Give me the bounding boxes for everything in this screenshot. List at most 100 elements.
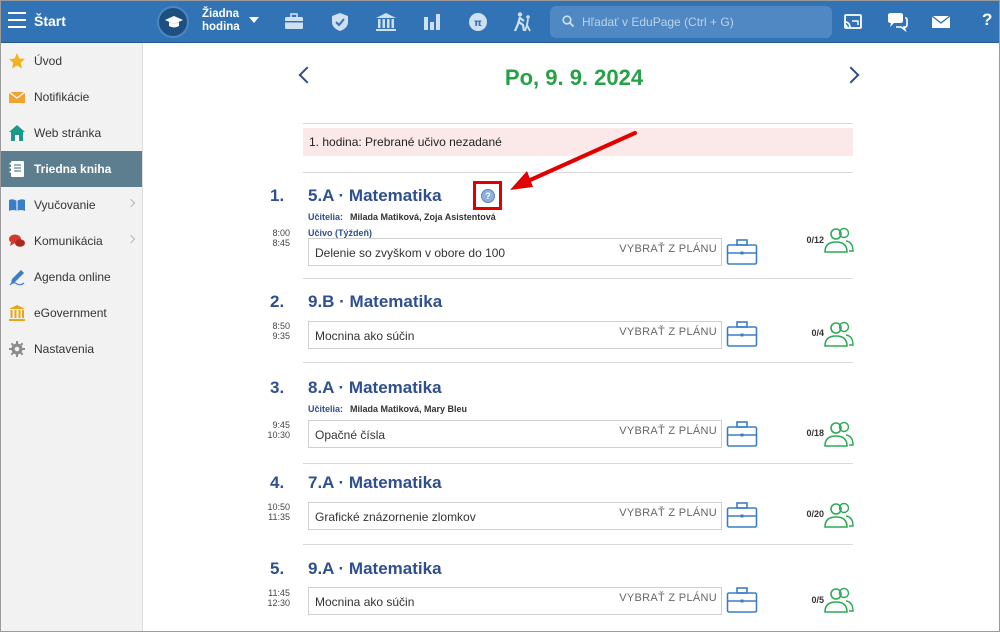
students-icon[interactable] [823, 420, 855, 448]
lesson-end-time: 11:35 [268, 512, 290, 522]
select-from-plan-button[interactable]: VYBRAŤ Z PLÁNU [619, 507, 717, 519]
previous-day-button[interactable] [298, 66, 316, 84]
date-title: Po, 9. 9. 2024 [504, 65, 644, 90]
briefcase-icon[interactable] [726, 420, 758, 448]
divider [303, 463, 853, 464]
star-icon [8, 52, 26, 70]
students-icon[interactable] [823, 501, 855, 529]
lesson-start-time: 10:50 [267, 502, 290, 512]
mail-icon[interactable] [930, 11, 952, 33]
briefcase-icon[interactable] [726, 238, 758, 266]
search-input[interactable] [582, 13, 822, 31]
hiking-icon[interactable] [512, 11, 534, 33]
attendance-count[interactable]: 0/18 [794, 428, 824, 438]
pi-circle-icon[interactable]: π [467, 11, 489, 33]
lesson-time: 11:45 12:30 [264, 588, 290, 608]
attendance-count[interactable]: 0/5 [794, 595, 824, 605]
chevron-down-icon[interactable] [249, 17, 259, 23]
students-icon[interactable] [823, 586, 855, 614]
lesson-title[interactable]: 5.A · Matematika [308, 186, 442, 206]
sidebar-item-vyucovanie[interactable]: Vyučovanie [1, 187, 142, 223]
search-box[interactable] [550, 6, 832, 38]
briefcase-icon[interactable] [726, 501, 758, 529]
briefcase-icon[interactable] [283, 11, 305, 33]
select-from-plan-button[interactable]: VYBRAŤ Z PLÁNU [619, 243, 717, 255]
shield-icon[interactable] [329, 11, 351, 33]
lesson-number: 3. [270, 378, 285, 397]
period-label-line2: hodina [202, 21, 240, 33]
sidebar-item-nastavenia[interactable]: Nastavenia [1, 331, 142, 367]
briefcase-icon[interactable] [726, 320, 758, 348]
teachers-names: Milada Matiková, Zoja Asistentová [350, 212, 496, 222]
lesson-time: 10:50 11:35 [264, 502, 290, 522]
curriculum-link[interactable]: Učivo (Týždeň) [308, 228, 372, 238]
sidebar-item-uvod[interactable]: Úvod [1, 43, 142, 79]
missing-topic-notice[interactable]: 1. hodina: Prebrané učivo nezadané [303, 128, 853, 156]
lesson-time: 8:50 9:35 [264, 321, 290, 341]
lesson-start-time: 8:00 [272, 228, 290, 238]
lesson-number: 4. [270, 473, 285, 492]
menu-icon[interactable] [8, 12, 26, 28]
lesson-row: 4. 7.A · Matematika 10:50 11:35 Grafické… [264, 473, 864, 543]
period-indicator[interactable] [157, 6, 189, 38]
lesson-help-button[interactable]: ? [473, 181, 502, 210]
select-from-plan-button[interactable]: VYBRAŤ Z PLÁNU [619, 425, 717, 437]
topic-field[interactable]: Mocnina ako súčin VYBRAŤ Z PLÁNU [308, 321, 722, 349]
sidebar-item-label: Úvod [34, 54, 63, 68]
app-title[interactable]: Štart [34, 13, 66, 29]
gear-icon [8, 340, 26, 358]
topic-text: Delenie so zvyškom v obore do 100 [315, 246, 506, 260]
sidebar-item-triedna-kniha[interactable]: Triedna kniha [1, 151, 142, 187]
sidebar-item-web-stranka[interactable]: Web stránka [1, 115, 142, 151]
sidebar-item-agenda-online[interactable]: Agenda online [1, 259, 142, 295]
attendance-count[interactable]: 0/20 [794, 509, 824, 519]
sidebar-item-label: Triedna kniha [34, 162, 112, 176]
teachers-label: Učitelia: [308, 212, 344, 222]
svg-text:π: π [474, 18, 482, 29]
sidebar-item-label: Nastavenia [34, 342, 95, 356]
sidebar-item-komunikacia[interactable]: Komunikácia [1, 223, 142, 259]
lesson-title[interactable]: 9.B · Matematika [308, 292, 442, 312]
select-from-plan-button[interactable]: VYBRAŤ Z PLÁNU [619, 592, 717, 604]
sidebar: Úvod Notifikácie Web stránka Triedna kni… [1, 43, 143, 631]
divider [303, 362, 853, 363]
sidebar-item-label: Komunikácia [34, 234, 103, 248]
sidebar-item-egovernment[interactable]: eGovernment [1, 295, 142, 331]
divider [303, 123, 853, 124]
pencil-icon [8, 268, 26, 286]
lesson-start-time: 9:45 [272, 420, 290, 430]
briefcase-icon[interactable] [726, 586, 758, 614]
select-from-plan-button[interactable]: VYBRAŤ Z PLÁNU [619, 326, 717, 338]
help-icon[interactable]: ? [982, 10, 992, 30]
attendance-count[interactable]: 0/12 [794, 235, 824, 245]
lesson-row: 5. 9.A · Matematika 11:45 12:30 Mocnina … [264, 559, 864, 629]
graduation-cap-icon [165, 16, 183, 28]
lesson-start-time: 8:50 [272, 321, 290, 331]
teachers-names: Milada Matiková, Mary Bleu [350, 404, 468, 414]
bank-icon[interactable] [375, 11, 397, 33]
topic-field[interactable]: Mocnina ako súčin VYBRAŤ Z PLÁNU [308, 587, 722, 615]
question-icon: ? [481, 189, 495, 203]
lesson-row: 2. 9.B · Matematika 8:50 9:35 Mocnina ak… [264, 292, 864, 362]
bank-icon [8, 304, 26, 322]
main-content: Po, 9. 9. 2024 1. hodina: Prebrané učivo… [144, 43, 999, 631]
next-day-button[interactable] [842, 66, 860, 84]
lesson-title[interactable]: 9.A · Matematika [308, 559, 442, 579]
lesson-title[interactable]: 7.A · Matematika [308, 473, 442, 493]
chat-icon[interactable] [886, 11, 908, 33]
attendance-count[interactable]: 0/4 [794, 328, 824, 338]
topic-field[interactable]: Grafické znázornenie zlomkov VYBRAŤ Z PL… [308, 502, 722, 530]
period-selector[interactable]: Žiadna hodina [202, 8, 240, 34]
sidebar-item-notifikacie[interactable]: Notifikácie [1, 79, 142, 115]
students-icon[interactable] [823, 320, 855, 348]
bar-chart-icon[interactable] [421, 11, 443, 33]
students-icon[interactable] [823, 226, 855, 254]
topic-field[interactable]: Opačné čísla VYBRAŤ Z PLÁNU [308, 420, 722, 448]
topic-field[interactable]: Delenie so zvyškom v obore do 100 VYBRAŤ… [308, 238, 722, 266]
period-label-line1: Žiadna [202, 8, 240, 20]
lesson-title[interactable]: 8.A · Matematika [308, 378, 442, 398]
sidebar-item-label: Vyučovanie [34, 198, 96, 212]
lesson-time: 8:00 8:45 [264, 228, 290, 248]
cast-icon[interactable] [842, 11, 864, 33]
chevron-right-icon [126, 198, 136, 208]
